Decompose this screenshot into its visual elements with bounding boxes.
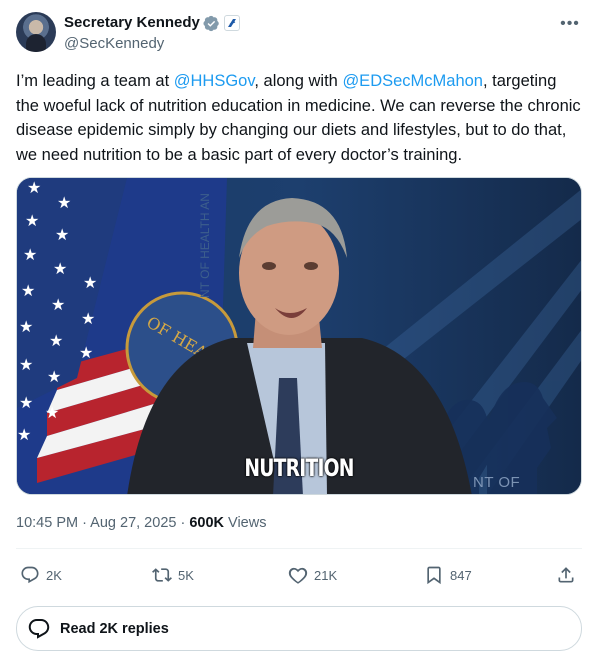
tweet-time[interactable]: 10:45 PM — [16, 515, 78, 531]
svg-text:★: ★ — [57, 193, 71, 212]
tweet-header: Secretary Kennedy @SecKennedy ••• — [16, 12, 582, 54]
author-names: Secretary Kennedy @SecKennedy — [64, 13, 240, 54]
reply-button[interactable]: 2K — [20, 560, 62, 590]
like-icon — [288, 567, 308, 584]
separator: · — [176, 515, 190, 531]
share-button[interactable] — [556, 560, 582, 590]
svg-text:★: ★ — [83, 273, 97, 292]
action-bar: 2K 5K 21K 847 — [16, 560, 582, 590]
more-icon[interactable]: ••• — [560, 14, 580, 34]
repost-button[interactable]: 5K — [152, 560, 194, 590]
repost-count: 5K — [178, 567, 194, 583]
author-handle[interactable]: @SecKennedy — [64, 34, 240, 54]
bookmark-button[interactable]: 847 — [424, 560, 472, 590]
share-icon — [558, 567, 574, 583]
svg-text:★: ★ — [19, 317, 33, 336]
svg-text:★: ★ — [17, 425, 31, 444]
tweet-text-segment: I’m leading a team at — [16, 72, 174, 90]
display-name-row: Secretary Kennedy — [64, 13, 240, 33]
svg-text:★: ★ — [55, 225, 69, 244]
repost-icon — [152, 568, 172, 582]
speech-bubble-icon — [28, 618, 50, 639]
like-count: 21K — [314, 567, 338, 583]
tweet-text: I’m leading a team at @HHSGov, along wit… — [16, 69, 582, 167]
government-affiliation-icon[interactable] — [223, 15, 240, 31]
video-frame: ★★★ ★★★ ★★★ ★★★ ★★★ ★★★ OF HEA NT OF HEA… — [17, 178, 581, 494]
avatar[interactable] — [16, 12, 56, 52]
mention-edsecmcmahon[interactable]: @EDSecMcMahon — [342, 72, 483, 90]
svg-text:★: ★ — [21, 281, 35, 300]
wall-text-vertical: NT OF HEALTH AN — [198, 193, 212, 298]
reply-icon — [21, 566, 39, 584]
tweet-meta: 10:45 PM · Aug 27, 2025 · 600K Views — [16, 513, 266, 533]
svg-text:★: ★ — [19, 393, 33, 412]
verified-badge-icon[interactable] — [203, 15, 220, 32]
views-label: Views — [224, 515, 267, 531]
svg-text:★: ★ — [27, 178, 41, 197]
svg-text:★: ★ — [79, 343, 93, 362]
svg-text:★: ★ — [25, 211, 39, 230]
svg-text:★: ★ — [23, 245, 37, 264]
video-media[interactable]: ★ ★ ★ ★ ★ ★ ★ ★ ★ ★ ★ ★ ★ ★ ★ ★ ★ ★ OF HEA NT OF HEA… — [16, 177, 582, 495]
divider — [16, 548, 582, 549]
hhs-logo-icon — [227, 19, 236, 27]
read-replies-button[interactable]: Read 2K replies — [16, 606, 582, 651]
svg-text:★: ★ — [19, 355, 33, 374]
views-count: 600K — [189, 515, 225, 531]
video-caption: NUTRITION — [244, 454, 354, 482]
svg-text:★: ★ — [49, 331, 63, 350]
display-name[interactable]: Secretary Kennedy — [64, 13, 200, 33]
read-replies-label: Read 2K replies — [60, 620, 169, 637]
svg-text:★: ★ — [81, 309, 95, 328]
bookmark-count: 847 — [450, 567, 472, 583]
like-button[interactable]: 21K — [288, 560, 337, 590]
mention-hhsgov[interactable]: @HHSGov — [174, 72, 255, 90]
separator: · — [78, 515, 91, 531]
svg-text:★: ★ — [53, 259, 67, 278]
reply-count: 2K — [46, 567, 62, 583]
svg-text:★: ★ — [47, 367, 61, 386]
svg-text:★: ★ — [51, 295, 65, 314]
tweet-date[interactable]: Aug 27, 2025 — [90, 515, 176, 531]
svg-text:★: ★ — [45, 403, 59, 422]
bookmark-icon — [427, 566, 441, 585]
tweet-text-segment: , along with — [254, 72, 343, 90]
